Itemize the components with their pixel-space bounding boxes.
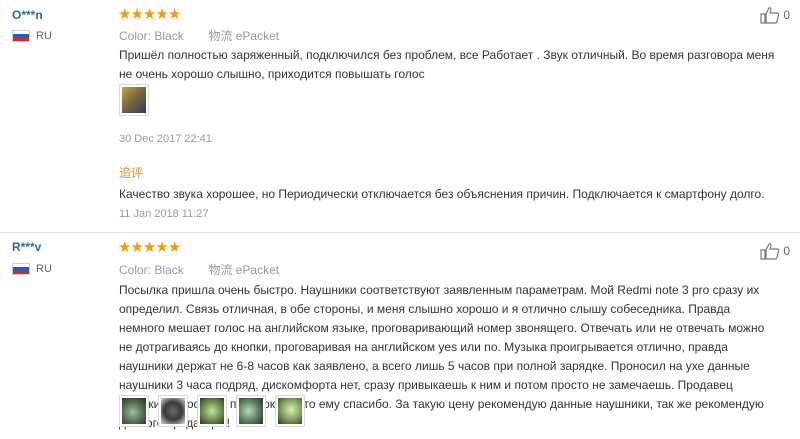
review-photo[interactable] bbox=[275, 395, 305, 427]
star-icon: ★ bbox=[142, 6, 156, 23]
helpful-button[interactable]: 0 bbox=[760, 6, 790, 24]
helpful-count: 0 bbox=[783, 244, 790, 258]
review-item: O***n RU ★★★★★ Color: Black 物流 ePacket П… bbox=[0, 0, 800, 232]
helpful-button[interactable]: 0 bbox=[760, 242, 790, 260]
thumbs-up-icon bbox=[760, 7, 780, 24]
country-code: RU bbox=[36, 30, 52, 42]
star-icon: ★ bbox=[155, 239, 168, 256]
reviewer-country: RU bbox=[12, 263, 52, 275]
review-date: 30 Dec 2017 22:41 bbox=[119, 133, 212, 145]
review-text: Пришёл полностью заряженный, подключился… bbox=[119, 48, 775, 81]
star-icon: ★ bbox=[167, 239, 181, 256]
country-code: RU bbox=[36, 263, 52, 275]
star-rating: ★★★★★ bbox=[118, 239, 181, 256]
helpful-count: 0 bbox=[783, 8, 790, 22]
photo-thumbnail-icon bbox=[278, 398, 302, 424]
star-icon: ★ bbox=[167, 6, 181, 23]
review-photo[interactable] bbox=[119, 395, 149, 427]
star-icon: ★ bbox=[130, 239, 143, 256]
followup-label: 追评 bbox=[119, 166, 144, 180]
color-label: Color: bbox=[119, 263, 152, 277]
review-photo[interactable] bbox=[119, 84, 149, 116]
reviewer-name[interactable]: R***v bbox=[12, 240, 41, 254]
review-photo[interactable] bbox=[197, 395, 227, 427]
thumbs-up-icon bbox=[760, 243, 780, 260]
russia-flag-icon bbox=[12, 30, 30, 42]
star-rating: ★★★★★ bbox=[118, 6, 181, 23]
order-info: Color: Black 物流 ePacket bbox=[119, 261, 279, 278]
shipping-label: 物流 bbox=[208, 29, 233, 43]
color-label: Color: bbox=[119, 29, 152, 43]
followup-date: 11 Jan 2018 11:27 bbox=[119, 208, 209, 220]
star-icon: ★ bbox=[155, 6, 168, 23]
photo-thumbnail-icon bbox=[122, 87, 146, 113]
photo-thumbnail-icon bbox=[200, 398, 224, 424]
russia-flag-icon bbox=[12, 263, 30, 275]
star-icon: ★ bbox=[130, 6, 143, 23]
photo-thumbnail-icon bbox=[122, 398, 146, 424]
photo-thumbnail-icon bbox=[239, 398, 263, 424]
photo-thumbnail-icon bbox=[161, 398, 185, 424]
color-value: Black bbox=[154, 29, 184, 43]
order-info: Color: Black 物流 ePacket bbox=[119, 27, 279, 44]
star-icon: ★ bbox=[142, 239, 156, 256]
followup-text: Качество звука хорошее, но Периодически … bbox=[119, 187, 765, 201]
color-value: Black bbox=[154, 263, 184, 277]
review-item: R***v RU ★★★★★ Color: Black 物流 ePacket П… bbox=[0, 233, 800, 439]
reviewer-country: RU bbox=[12, 30, 52, 42]
review-photo[interactable] bbox=[158, 395, 188, 427]
shipping-value: ePacket bbox=[235, 263, 280, 277]
star-icon: ★ bbox=[118, 6, 131, 23]
review-photo[interactable] bbox=[236, 395, 266, 427]
shipping-value: ePacket bbox=[235, 29, 280, 43]
reviewer-name[interactable]: O***n bbox=[12, 8, 43, 22]
star-icon: ★ bbox=[118, 239, 131, 256]
shipping-label: 物流 bbox=[208, 263, 233, 277]
